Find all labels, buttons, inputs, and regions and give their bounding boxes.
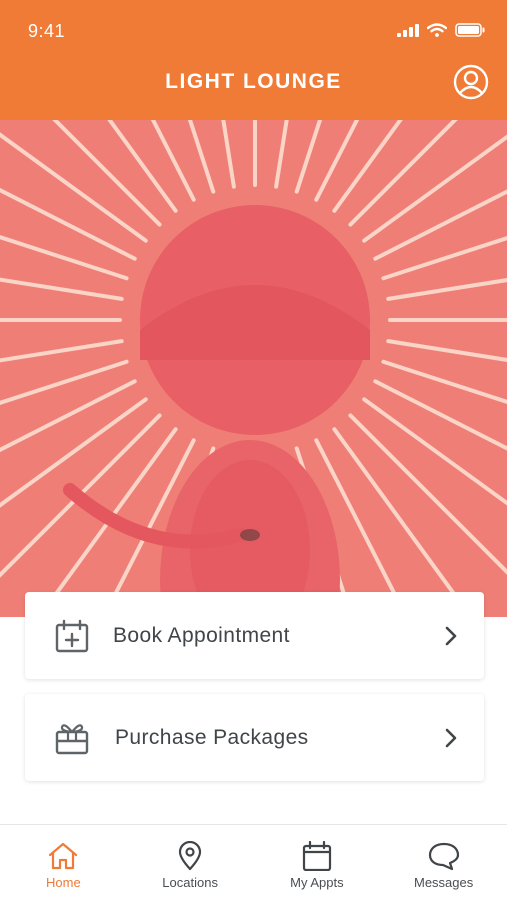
chevron-right-icon: [445, 626, 457, 645]
page-title: LIGHT LOUNGE: [165, 70, 342, 93]
gift-box-icon: [55, 723, 89, 754]
tab-home[interactable]: Home: [0, 825, 127, 900]
purchase-packages-label: Purchase Packages: [115, 725, 309, 749]
location-pin-icon: [179, 841, 202, 871]
tab-my-appts[interactable]: My Appts: [254, 825, 381, 900]
status-bar: 9:41: [0, 0, 507, 60]
calendar-icon: [302, 841, 331, 871]
hero-image: [0, 120, 507, 617]
tab-messages[interactable]: Messages: [380, 825, 507, 900]
book-appointment-button[interactable]: Book Appointment: [25, 592, 484, 679]
chevron-right-icon: [445, 728, 457, 747]
status-icons: [397, 23, 485, 37]
status-time: 9:41: [28, 21, 66, 41]
profile-icon[interactable]: [453, 64, 489, 100]
home-icon: [49, 842, 78, 870]
app-header: LIGHT LOUNGE: [0, 60, 507, 120]
wifi-icon: [427, 23, 447, 37]
tab-my-appts-label: My Appts: [290, 875, 344, 890]
tab-bar: Home Locations My Appts Messages: [0, 824, 507, 900]
book-appointment-label: Book Appointment: [113, 623, 290, 647]
tab-locations[interactable]: Locations: [127, 825, 254, 900]
signal-icon: [397, 23, 419, 37]
tab-messages-label: Messages: [414, 875, 474, 890]
purchase-packages-button[interactable]: Purchase Packages: [25, 694, 484, 781]
tab-locations-label: Locations: [162, 875, 218, 890]
tab-home-label: Home: [46, 875, 81, 890]
hero-carousel[interactable]: [0, 120, 507, 617]
chat-bubble-icon: [428, 842, 459, 871]
calendar-plus-icon: [55, 619, 89, 652]
battery-icon: [455, 23, 485, 37]
